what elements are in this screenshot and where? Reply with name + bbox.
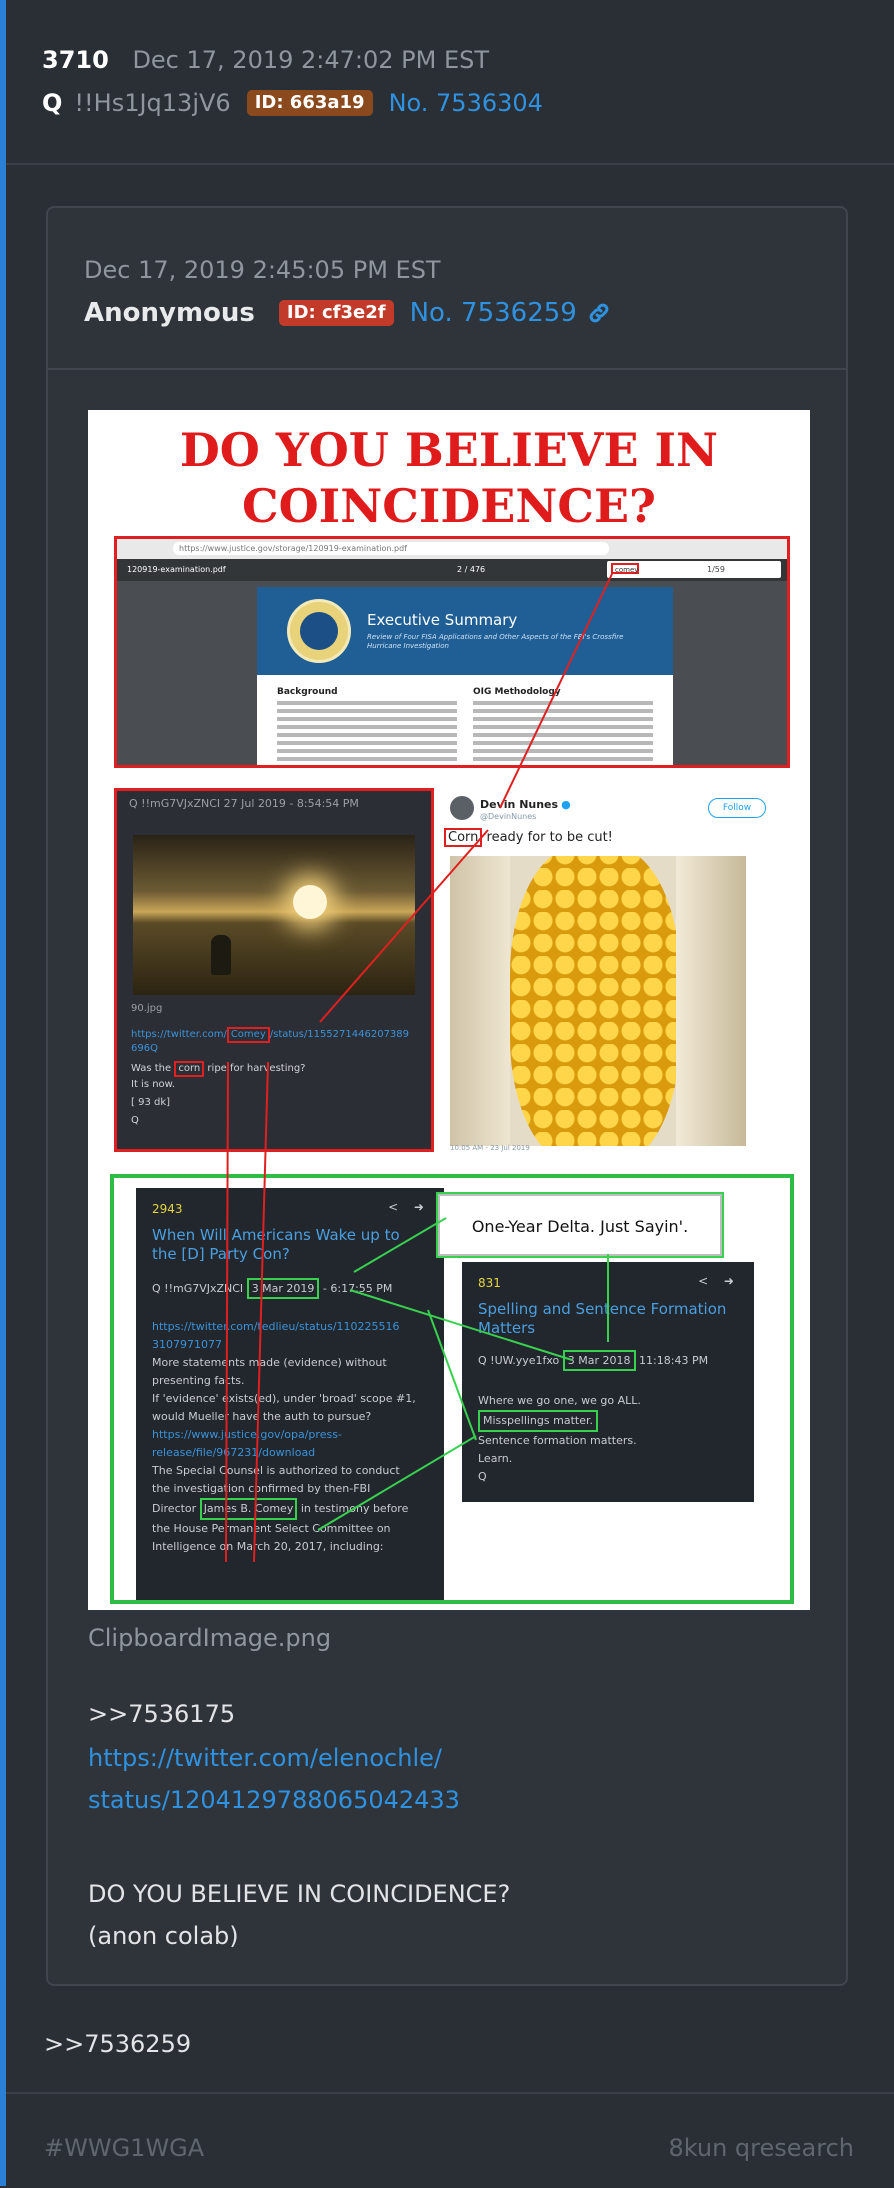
post-header: 3710 Dec 17, 2019 2:47:02 PM EST Q !!Hs1… (6, 0, 894, 165)
red-connector-tweet-to-comey (319, 829, 489, 1023)
connector-lines (225, 573, 613, 1563)
source-text: 8kun qresearch (668, 2134, 854, 2162)
green-connector-2019-to-2018 (349, 1289, 573, 1361)
quoted-post: Dec 17, 2019 2:45:05 PM EST Anonymous ID… (46, 206, 848, 1986)
red-connector-comey-to-james (253, 1061, 269, 1563)
author-tripcode: !!Hs1Jq13jV6 (74, 89, 231, 117)
quoted-post-link[interactable]: No. 7536259 (410, 298, 577, 328)
green-connector-2019-to-misspellings (427, 1309, 477, 1441)
post-number: 3710 (42, 46, 109, 74)
quoted-author-name: Anonymous (84, 298, 255, 328)
post-footer: #WWG1WGA 8kun qresearch (6, 2092, 894, 2188)
attached-image[interactable]: DO YOU BELIEVE IN COINCIDENCE? https://w… (88, 410, 810, 1610)
post-page: 3710 Dec 17, 2019 2:47:02 PM EST Q !!Hs1… (0, 0, 894, 2188)
quoted-author-row: Anonymous ID: cf3e2f No. 7536259 (84, 298, 611, 328)
quoted-body-line2: (anon colab) (88, 1922, 239, 1950)
image-filename[interactable]: ClipboardImage.png (88, 1624, 331, 1652)
green-connector-james-to-misspellings (317, 1435, 477, 1531)
post-accent-bar (0, 0, 6, 2186)
red-connector-corn-to-james (225, 1061, 229, 1563)
quoted-timestamp: Dec 17, 2019 2:45:05 PM EST (84, 256, 441, 284)
quoted-id-badge[interactable]: ID: cf3e2f (278, 300, 394, 326)
author-name: Q (42, 89, 63, 117)
post-author-row: Q !!Hs1Jq13jV6 ID: 663a19 No. 7536304 (42, 89, 543, 117)
red-connector-find-to-tweet (499, 573, 613, 809)
twitter-link-line1[interactable]: https://twitter.com/elenochle/ (88, 1744, 442, 1772)
link-icon[interactable] (587, 301, 611, 325)
reply-reference[interactable]: >>7536175 (88, 1700, 235, 1728)
quoted-body-line1: DO YOU BELIEVE IN COINCIDENCE? (88, 1880, 511, 1908)
green-connector-delta-to-2019 (353, 1217, 447, 1273)
reply-reference-link[interactable]: >>7536259 (44, 2030, 191, 2058)
twitter-link-line2[interactable]: status/1204129788065042433 (88, 1786, 460, 1814)
post-meta-row: 3710 Dec 17, 2019 2:47:02 PM EST (42, 46, 489, 74)
post-number-link[interactable]: No. 7536304 (389, 89, 543, 117)
poster-id-badge[interactable]: ID: 663a19 (246, 90, 373, 116)
quoted-post-header: Dec 17, 2019 2:45:05 PM EST Anonymous ID… (48, 208, 846, 370)
hashtag-text: #WWG1WGA (44, 2134, 205, 2162)
post-timestamp: Dec 17, 2019 2:47:02 PM EST (132, 46, 490, 74)
